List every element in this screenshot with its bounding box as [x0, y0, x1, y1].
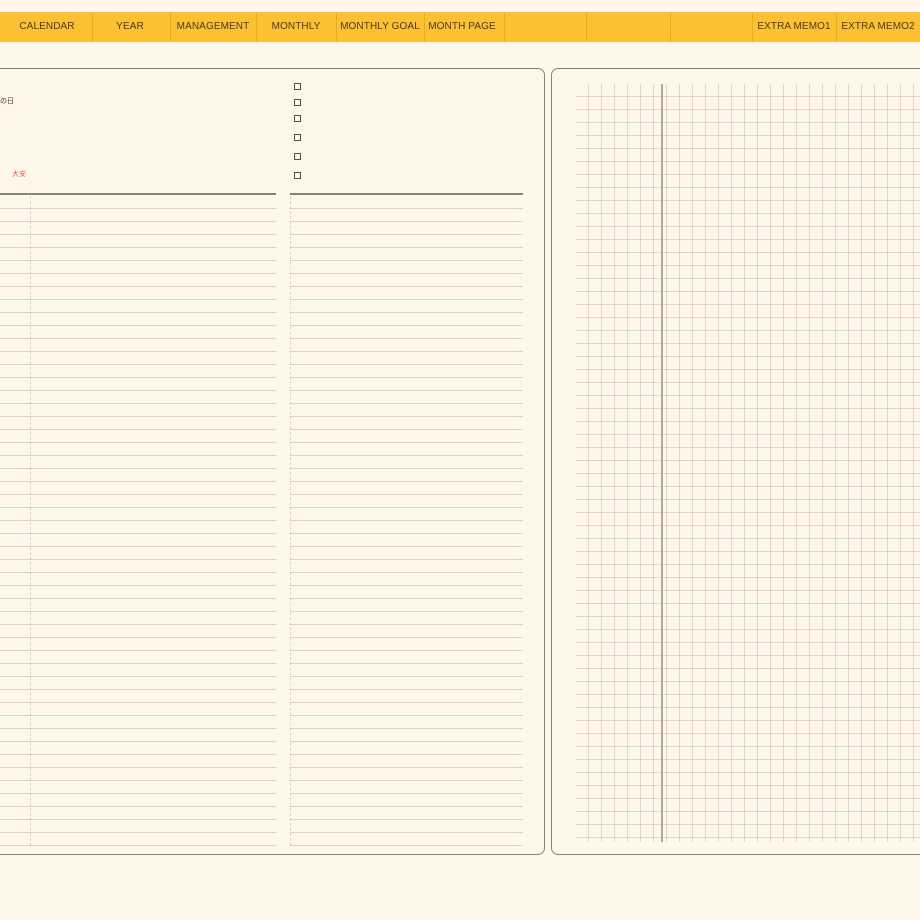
- margin-guide: [290, 196, 291, 846]
- tab-divider: [256, 12, 257, 42]
- tab-divider: [752, 12, 753, 42]
- checkbox[interactable]: [294, 153, 301, 160]
- checkbox[interactable]: [294, 172, 301, 179]
- section-divider-right: [290, 193, 523, 195]
- section-divider-left: [0, 193, 276, 195]
- tab-divider: [586, 12, 587, 42]
- lined-note-area-right[interactable]: [290, 196, 523, 846]
- tab-divider: [92, 12, 93, 42]
- tab-divider: [504, 12, 505, 42]
- tab-divider: [170, 12, 171, 42]
- checkbox[interactable]: [294, 134, 301, 141]
- checkbox[interactable]: [294, 115, 301, 122]
- tab-extra-memo2[interactable]: EXTRA MEMO2: [840, 12, 916, 42]
- top-navigation-bar: CALENDAR YEAR MANAGEMENT MONTHLY MONTHLY…: [0, 12, 920, 42]
- tab-divider: [424, 12, 425, 42]
- day-label: の日: [0, 98, 14, 105]
- tab-extra-memo1[interactable]: EXTRA MEMO1: [756, 12, 832, 42]
- tab-monthly[interactable]: MONTHLY: [264, 12, 328, 42]
- margin-guide: [30, 196, 31, 846]
- checkbox[interactable]: [294, 83, 301, 90]
- grid-column-separator: [661, 84, 663, 842]
- tab-monthly-goal[interactable]: MONTHLY GOAL: [338, 12, 422, 42]
- tab-year[interactable]: YEAR: [102, 12, 158, 42]
- grid-note-area[interactable]: [576, 84, 920, 842]
- tab-management[interactable]: MANAGEMENT: [174, 12, 252, 42]
- tab-month-page[interactable]: MONTH PAGE: [426, 12, 498, 42]
- tab-divider: [670, 12, 671, 42]
- tab-divider: [336, 12, 337, 42]
- tab-calendar[interactable]: CALENDAR: [15, 12, 79, 42]
- rokuyo-label: 大安: [12, 171, 26, 178]
- tab-divider: [836, 12, 837, 42]
- lined-note-area-left[interactable]: [0, 196, 276, 846]
- checkbox[interactable]: [294, 99, 301, 106]
